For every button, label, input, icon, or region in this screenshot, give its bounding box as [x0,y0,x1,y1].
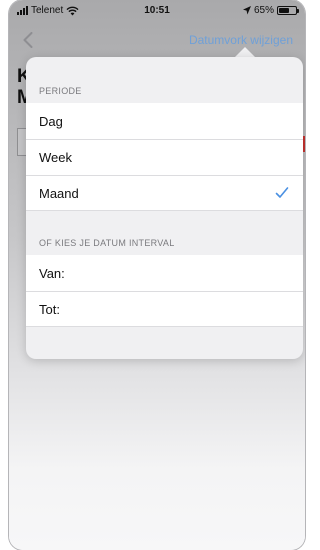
interval-section-header: OF KIES JE DATUM INTERVAL [39,238,175,248]
checkmark-icon [275,187,289,198]
status-bar: Telenet 10:51 65% [9,0,305,22]
period-section-header: PERIODE [39,86,82,96]
from-date-label: Van: [39,265,65,281]
period-option-week[interactable]: Week [26,139,303,175]
back-chevron-icon[interactable] [23,32,33,48]
period-option-label: Week [39,149,72,165]
period-option-day[interactable]: Dag [26,103,303,139]
from-date-field[interactable]: Van: [26,255,303,291]
popover-arrow [235,47,255,57]
period-option-month[interactable]: Maand [26,175,303,211]
to-date-label: Tot: [39,301,60,317]
navigation-bar: Datumvork wijzigen [9,22,305,58]
phone-screen: Telenet 10:51 65% Datumvork wijzigen K M [9,0,305,550]
interval-fields-list: Van: Tot: [26,255,303,327]
location-arrow-icon [242,6,251,15]
battery-icon [277,6,299,15]
battery-percentage: 65% [253,5,274,16]
period-options-list: Dag Week Maand [26,103,303,211]
period-option-label: Dag [39,113,63,129]
period-option-label: Maand [39,185,79,201]
date-range-popover: PERIODE Dag Week Maand OF KIES JE DATUM … [26,57,303,359]
change-date-range-button[interactable]: Datumvork wijzigen [189,33,293,47]
to-date-field[interactable]: Tot: [26,291,303,327]
